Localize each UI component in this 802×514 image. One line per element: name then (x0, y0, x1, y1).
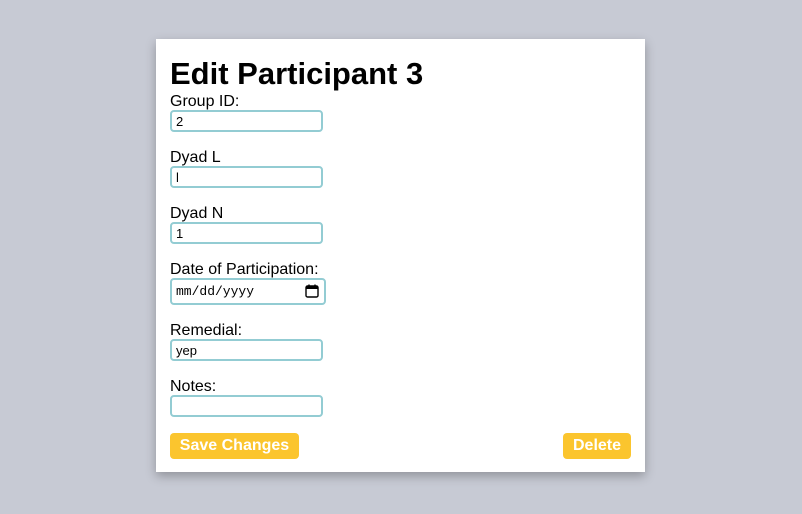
remedial-label: Remedial: (170, 322, 243, 339)
calendar-icon[interactable] (305, 284, 319, 298)
page-title: Edit Participant 3 (170, 56, 424, 91)
dyad-n-input[interactable] (170, 222, 323, 244)
group-id-label: Group ID: (170, 93, 240, 110)
dyad-l-label: Dyad L (170, 149, 221, 166)
date-input[interactable]: mm/dd/yyyy (170, 278, 326, 305)
notes-label: Notes: (170, 378, 217, 395)
dyad-n-label: Dyad N (170, 205, 224, 222)
dyad-l-input[interactable] (170, 166, 323, 188)
delete-button[interactable]: Delete (563, 433, 631, 459)
edit-participant-card: Edit Participant 3 Group ID: Dyad L Dyad… (156, 39, 645, 472)
group-id-input[interactable] (170, 110, 323, 132)
save-changes-button[interactable]: Save Changes (170, 433, 299, 459)
remedial-input[interactable] (170, 339, 323, 361)
notes-input[interactable] (170, 395, 323, 417)
date-label: Date of Participation: (170, 261, 319, 278)
date-placeholder: mm/dd/yyyy (176, 284, 255, 299)
